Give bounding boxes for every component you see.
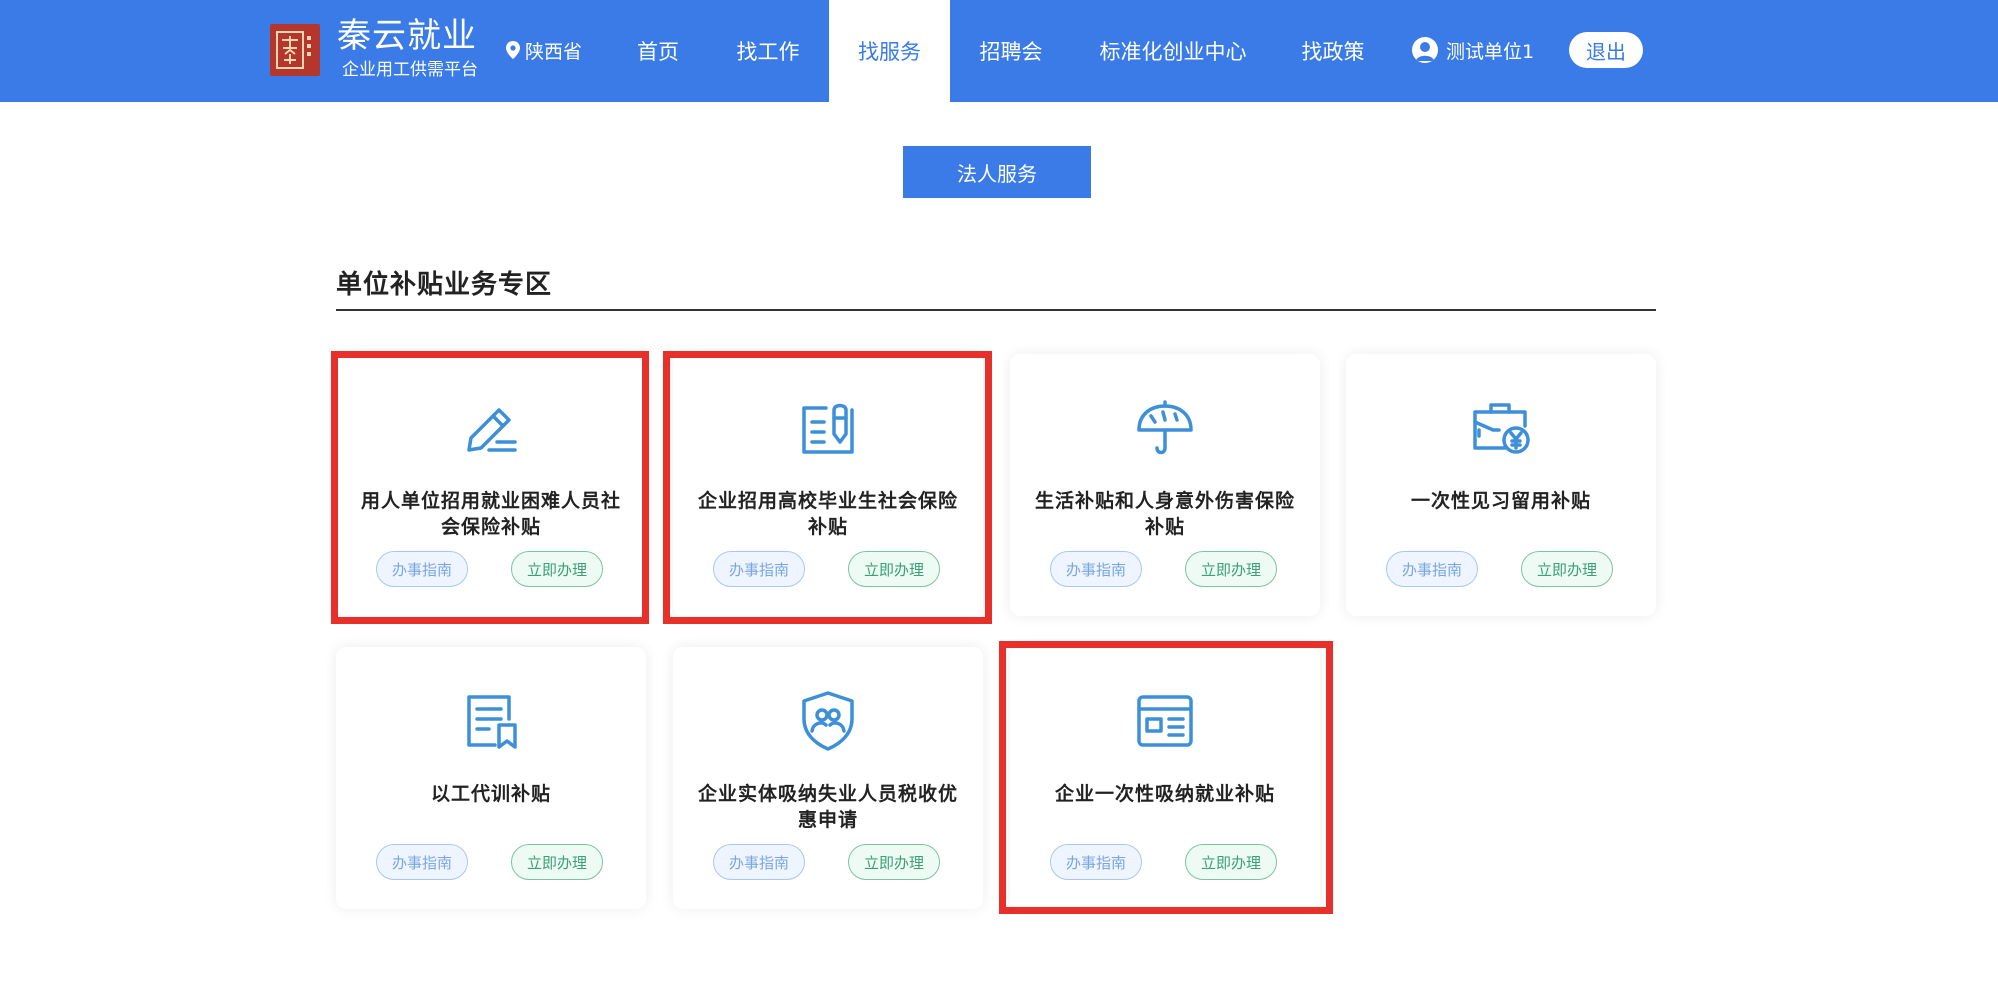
logo[interactable]	[270, 24, 320, 76]
nav-find-policy[interactable]: 找政策	[1290, 0, 1376, 102]
nav-job-fair[interactable]: 招聘会	[968, 0, 1054, 102]
service-card[interactable]: 一次性见习留用补贴 办事指南 立即办理	[1346, 354, 1656, 616]
service-card[interactable]: 企业实体吸纳失业人员税收优惠申请 办事指南 立即办理	[673, 647, 983, 909]
guide-button[interactable]: 办事指南	[376, 551, 468, 587]
region-label: 陕西省	[525, 40, 583, 63]
user-name: 测试单位1	[1446, 40, 1535, 63]
umbrella-icon	[1137, 400, 1193, 455]
service-card-title: 以工代训补贴	[430, 783, 551, 805]
brand-subtitle: 企业用工供需平台	[342, 60, 478, 80]
service-card[interactable]: 企业招用高校毕业生社会保险补贴 办事指南 立即办理	[673, 354, 983, 616]
guide-button[interactable]: 办事指南	[1050, 551, 1142, 587]
service-card[interactable]: 以工代训补贴 办事指南 立即办理	[336, 647, 646, 909]
id-card-icon	[1137, 695, 1193, 747]
service-card-title: 企业一次性吸纳就业补贴	[1054, 783, 1275, 805]
handle-now-button[interactable]: 立即办理	[848, 551, 940, 587]
service-card-title: 企业招用高校毕业生社会保险补贴	[697, 490, 958, 538]
service-card-title: 用人单位招用就业困难人员社会保险补贴	[360, 490, 621, 538]
handle-now-button[interactable]: 立即办理	[1185, 844, 1277, 880]
guide-button[interactable]: 办事指南	[713, 844, 805, 880]
logout-button[interactable]: 退出	[1569, 32, 1643, 68]
nav-home[interactable]: 首页	[620, 0, 696, 102]
handle-now-button[interactable]: 立即办理	[1521, 551, 1613, 587]
nav-find-job[interactable]: 找工作	[725, 0, 811, 102]
service-card-title: 生活补贴和人身意外伤害保险补贴	[1034, 490, 1295, 538]
nav-find-service[interactable]: 找服务	[829, 0, 950, 102]
handle-now-button[interactable]: 立即办理	[848, 844, 940, 880]
section-title: 单位补贴业务专区	[336, 270, 553, 300]
service-card[interactable]: 企业一次性吸纳就业补贴 办事指南 立即办理	[1010, 647, 1320, 909]
region-selector[interactable]: 陕西省	[506, 36, 582, 64]
shield-people-icon	[802, 691, 854, 751]
document-pen-icon	[802, 403, 854, 454]
brand-title: 秦云就业	[337, 16, 477, 56]
user-avatar-icon	[1412, 37, 1438, 63]
legal-person-service-button[interactable]: 法人服务	[903, 146, 1091, 198]
document-bookmark-icon	[467, 695, 517, 749]
handle-now-button[interactable]: 立即办理	[511, 551, 603, 587]
guide-button[interactable]: 办事指南	[713, 551, 805, 587]
top-navigation-bar: 秦云就业 企业用工供需平台 陕西省 首页 找工作 找服务 招聘会 标准化创业中心…	[0, 0, 1998, 102]
nav-startup-center[interactable]: 标准化创业中心	[1090, 0, 1256, 102]
guide-button[interactable]: 办事指南	[1386, 551, 1478, 587]
service-card[interactable]: 用人单位招用就业困难人员社会保险补贴 办事指南 立即办理	[336, 354, 646, 616]
pen-icon	[467, 408, 517, 452]
handle-now-button[interactable]: 立即办理	[1185, 551, 1277, 587]
location-pin-icon	[506, 41, 520, 59]
service-card-title: 一次性见习留用补贴	[1410, 490, 1591, 512]
guide-button[interactable]: 办事指南	[1050, 844, 1142, 880]
handle-now-button[interactable]: 立即办理	[511, 844, 603, 880]
service-card[interactable]: 生活补贴和人身意外伤害保险补贴 办事指南 立即办理	[1010, 354, 1320, 616]
section-divider	[336, 309, 1656, 311]
service-card-title: 企业实体吸纳失业人员税收优惠申请	[697, 783, 958, 831]
user-menu[interactable]: 测试单位1	[1412, 34, 1534, 66]
briefcase-yen-icon	[1473, 403, 1530, 454]
guide-button[interactable]: 办事指南	[376, 844, 468, 880]
